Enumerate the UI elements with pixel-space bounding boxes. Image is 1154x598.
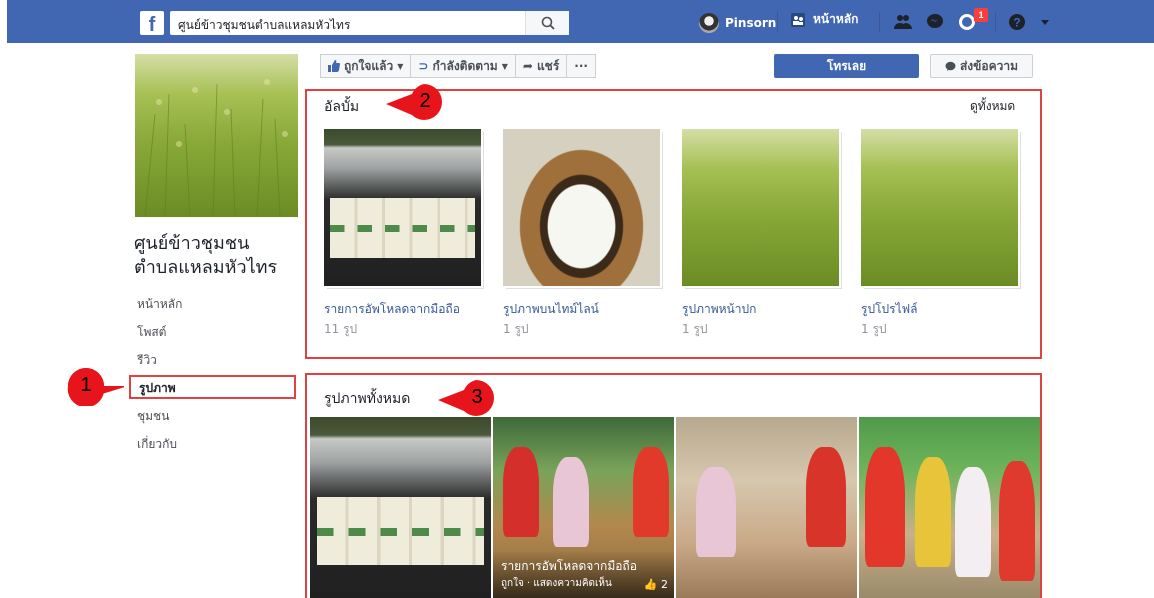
rice-bags-image: [317, 496, 484, 566]
page-profile-picture[interactable]: [135, 54, 298, 217]
thumbs-up-icon: [328, 60, 340, 72]
rice-bags-image: [330, 198, 476, 258]
person-figure: [955, 467, 991, 577]
message-bubble-icon: [945, 61, 956, 71]
help-icon[interactable]: ?: [1007, 12, 1027, 32]
divider: [995, 12, 996, 32]
album-name[interactable]: รูปภาพบนไทม์ไลน์: [503, 300, 662, 319]
page-title: ศูนย์ข้าวชุมชน ตำบลแหลมหัวไทร: [134, 232, 304, 280]
share-label: แชร์: [536, 58, 560, 73]
album-count: 1 รูป: [503, 322, 529, 336]
person-figure: [503, 447, 539, 537]
page-title-line2: ตำบลแหลมหัวไทร: [134, 257, 278, 278]
send-message-button[interactable]: ส่งข้อความ: [930, 54, 1033, 78]
top-bar: f ศูนย์ข้าวชุมชนตำบลแหลมหัวไทร Pinsorn ห…: [7, 0, 1154, 43]
more-button[interactable]: ···: [566, 54, 596, 78]
nav-item-posts[interactable]: โพสต์: [137, 318, 297, 346]
facebook-logo[interactable]: f: [140, 11, 164, 35]
people-icon: [791, 12, 805, 27]
search-icon: [541, 16, 555, 30]
person-figure: [696, 467, 736, 557]
avatar: [699, 13, 719, 33]
album-count: 11 รูป: [324, 322, 358, 336]
person-figure: [806, 447, 846, 547]
caret-down-icon: ▼: [397, 61, 404, 71]
divider: [879, 12, 880, 32]
person-figure: [999, 461, 1035, 581]
photo-overlay: รายการอัพโหลดจากมือถือ ถูกใจ · แสดงความค…: [493, 550, 674, 598]
person-figure: [633, 447, 669, 537]
search-value: ศูนย์ข้าวชุมชนตำบลแหลมหัวไทร: [178, 18, 351, 32]
dropdown-icon[interactable]: [1035, 12, 1055, 32]
nav-item-home[interactable]: หน้าหลัก: [137, 290, 297, 318]
album-cover: [682, 129, 839, 286]
share-button[interactable]: ➦ แชร์: [514, 54, 567, 78]
more-label: ···: [574, 59, 588, 73]
nav-item-community[interactable]: ชุมชน: [137, 402, 297, 430]
notification-badge: 1: [974, 8, 988, 22]
albums-title[interactable]: อัลบั้ม: [324, 96, 359, 118]
person-figure: [915, 457, 951, 567]
messenger-icon[interactable]: [925, 12, 945, 32]
overlay-like-count: 👍 2: [644, 578, 668, 591]
share-arrow-icon: ➦: [522, 59, 533, 73]
like-label: ถูกใจแล้ว: [344, 58, 394, 73]
album-count: 1 รูป: [861, 322, 887, 336]
caret-down-icon: ▼: [501, 61, 508, 71]
thumbs-up-icon: 👍: [643, 578, 658, 591]
nav-item-photos[interactable]: รูปภาพ: [129, 375, 296, 399]
callout-marker-3: 3: [436, 378, 496, 418]
callout-marker-2: 2: [384, 82, 444, 122]
home-link[interactable]: หน้าหลัก: [789, 10, 858, 29]
search-button[interactable]: [525, 11, 569, 35]
call-now-button[interactable]: โทรเลย: [774, 54, 919, 78]
callout-number: 2: [419, 90, 431, 112]
page-title-line1: ศูนย์ข้าวชุมชน: [134, 233, 250, 254]
like-button[interactable]: ถูกใจแล้ว ▼: [320, 54, 411, 78]
svg-text:?: ?: [1013, 16, 1020, 30]
nav-item-photos-label: รูปภาพ: [139, 381, 176, 395]
photo-thumbnail[interactable]: รายการอัพโหลดจากมือถือ ถูกใจ · แสดงความค…: [493, 417, 674, 598]
user-name: Pinsorn: [725, 16, 777, 30]
like-count: 2: [661, 578, 668, 591]
person-figure: [865, 447, 905, 567]
album-card[interactable]: รูปภาพบนไทม์ไลน์ 1 รูป: [503, 129, 662, 339]
page-nav: หน้าหลัก โพสต์ รีวิว . ชุมชน เกี่ยวกับ: [137, 290, 297, 458]
send-message-label: ส่งข้อความ: [959, 58, 1018, 73]
home-label: หน้าหลัก: [813, 12, 859, 26]
profile-link[interactable]: Pinsorn: [699, 12, 776, 34]
follow-button[interactable]: ⊃ กำลังติดตาม ▼: [410, 54, 515, 78]
friends-icon[interactable]: [893, 12, 913, 32]
photo-thumbnail[interactable]: [859, 417, 1040, 598]
album-cover: [861, 129, 1018, 286]
person-figure: [553, 457, 589, 547]
album-name[interactable]: รูปภาพหน้าปก: [682, 300, 841, 319]
callout-number: 1: [80, 374, 92, 396]
album-card[interactable]: รูปโปรไฟล์ 1 รูป: [861, 129, 1020, 339]
all-photos-title[interactable]: รูปภาพทั้งหมด: [324, 388, 410, 410]
search-input[interactable]: ศูนย์ข้าวชุมชนตำบลแหลมหัวไทร: [170, 11, 569, 35]
callout-number: 3: [471, 386, 483, 408]
photo-thumbnail[interactable]: [676, 417, 857, 598]
rice-field-image: [144, 79, 288, 217]
callout-marker-1: 1: [64, 366, 128, 408]
album-cover: [324, 129, 481, 286]
album-count: 1 รูป: [682, 322, 708, 336]
album-name[interactable]: รูปโปรไฟล์: [861, 300, 1020, 319]
album-card[interactable]: รายการอัพโหลดจากมือถือ 11 รูป: [324, 129, 483, 339]
nav-item-about[interactable]: เกี่ยวกับ: [137, 430, 297, 458]
album-card[interactable]: รูปภาพหน้าปก 1 รูป: [682, 129, 841, 339]
album-name[interactable]: รายการอัพโหลดจากมือถือ: [324, 300, 483, 319]
see-all-albums-link[interactable]: ดูทั้งหมด: [970, 97, 1015, 116]
overlay-actions[interactable]: ถูกใจ · แสดงความคิดเห็น: [501, 576, 612, 591]
follow-label: กำลังติดตาม: [432, 58, 498, 73]
album-cover: [503, 129, 660, 286]
page-action-bar: ถูกใจแล้ว ▼ ⊃ กำลังติดตาม ▼ ➦ แชร์ ···: [320, 54, 596, 78]
photo-thumbnail[interactable]: [310, 417, 491, 598]
rss-icon: ⊃: [418, 59, 429, 73]
nav-item-reviews[interactable]: รีวิว: [137, 346, 297, 374]
divider: [777, 12, 778, 32]
overlay-title[interactable]: รายการอัพโหลดจากมือถือ: [501, 557, 637, 576]
